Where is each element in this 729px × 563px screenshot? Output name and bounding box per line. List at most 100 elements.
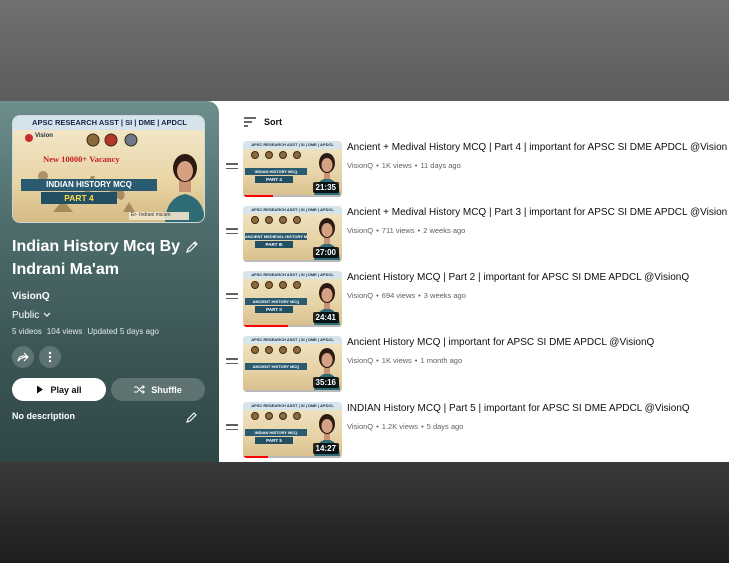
cover-header-text: APSC RESEARCH ASST | SI | DME | APDCL bbox=[32, 118, 187, 127]
meta-separator: • bbox=[421, 422, 424, 431]
video-channel[interactable]: VisionQ bbox=[347, 356, 373, 365]
play-icon bbox=[37, 385, 44, 394]
cover-subject-text: INDIAN HISTORY MCQ bbox=[46, 180, 132, 189]
thumb-part-text: PART 5 bbox=[255, 437, 293, 444]
meta-separator: • bbox=[418, 291, 421, 300]
shuffle-icon bbox=[134, 385, 146, 394]
watch-progress-fill bbox=[243, 195, 273, 197]
video-age: 11 days ago bbox=[420, 161, 461, 170]
video-thumbnail[interactable]: APSC RESEARCH ASST | SI | DME | APDCL AN… bbox=[243, 206, 342, 262]
cover-vacancy-text: New 10000+ Vacancy bbox=[43, 154, 120, 164]
meta-separator: • bbox=[414, 356, 418, 365]
video-views: 1.2K views bbox=[381, 422, 419, 431]
edit-description-pencil-icon[interactable] bbox=[185, 410, 199, 424]
video-views: 694 views bbox=[381, 291, 416, 300]
drag-handle-icon[interactable] bbox=[226, 228, 238, 238]
video-title[interactable]: Ancient History MCQ | Part 2 | important… bbox=[347, 272, 727, 283]
chevron-down-icon bbox=[43, 310, 51, 321]
cover-part-text: PART 4 bbox=[64, 193, 94, 203]
duration-badge: 35:16 bbox=[312, 377, 339, 388]
video-views: 1K views bbox=[381, 161, 412, 170]
thumb-logos bbox=[251, 412, 301, 420]
thumb-header-text: APSC RESEARCH ASST | SI | DME | APDCL bbox=[243, 336, 342, 344]
video-title[interactable]: Ancient + Medival History MCQ | Part 4 |… bbox=[347, 142, 727, 153]
shuffle-button[interactable]: Shuffle bbox=[111, 378, 205, 401]
meta-separator: • bbox=[376, 356, 379, 365]
playlist-page: APSC RESEARCH ASST | SI | DME | APDCL Vi… bbox=[0, 101, 729, 462]
video-channel[interactable]: VisionQ bbox=[347, 226, 373, 235]
video-age: 1 month ago bbox=[420, 356, 463, 365]
thumb-band-text: INDIAN HISTORY MCQ bbox=[245, 168, 307, 175]
thumb-logos bbox=[251, 216, 301, 224]
video-age: 5 days ago bbox=[426, 422, 464, 431]
more-actions-button[interactable] bbox=[39, 346, 61, 368]
video-thumbnail[interactable]: APSC RESEARCH ASST | SI | DME | APDCL IN… bbox=[243, 141, 342, 197]
video-age: 3 weeks ago bbox=[423, 291, 466, 300]
video-title[interactable]: Ancient History MCQ | important for APSC… bbox=[347, 337, 727, 348]
thumb-band-text: INDIAN HISTORY MCQ bbox=[245, 429, 307, 436]
sort-button[interactable]: Sort bbox=[244, 117, 282, 127]
play-all-button[interactable]: Play all bbox=[12, 378, 106, 401]
meta-separator: • bbox=[414, 161, 418, 170]
video-views: 711 views bbox=[381, 226, 415, 235]
meta-separator: • bbox=[376, 422, 379, 431]
video-channel[interactable]: VisionQ bbox=[347, 422, 373, 431]
video-row[interactable]: APSC RESEARCH ASST | SI | DME | APDCL AN… bbox=[226, 271, 726, 328]
top-backdrop bbox=[0, 0, 729, 101]
thumb-logos bbox=[251, 151, 301, 159]
playlist-cover-thumbnail[interactable]: APSC RESEARCH ASST | SI | DME | APDCL Vi… bbox=[12, 115, 205, 223]
drag-handle-icon[interactable] bbox=[226, 424, 238, 434]
duration-badge: 14:27 bbox=[312, 443, 339, 454]
share-button[interactable] bbox=[12, 346, 34, 368]
video-row[interactable]: APSC RESEARCH ASST | SI | DME | APDCL AN… bbox=[226, 206, 727, 263]
edit-title-pencil-icon[interactable] bbox=[183, 238, 201, 256]
meta-separator: • bbox=[376, 291, 379, 300]
video-channel[interactable]: VisionQ bbox=[347, 161, 373, 170]
meta-separator: • bbox=[376, 226, 379, 235]
duration-badge: 21:35 bbox=[312, 182, 339, 193]
privacy-dropdown[interactable]: Public bbox=[12, 310, 51, 321]
sort-label: Sort bbox=[264, 117, 282, 127]
thumb-part-text: PART III bbox=[255, 241, 293, 248]
watch-progress-bar bbox=[243, 195, 342, 197]
video-row[interactable]: APSC RESEARCH ASST | SI | DME | APDCL AN… bbox=[226, 336, 726, 393]
watch-progress-fill bbox=[243, 456, 268, 458]
meta-separator: • bbox=[417, 226, 421, 235]
video-title[interactable]: INDIAN History MCQ | Part 5 | important … bbox=[347, 403, 727, 414]
video-thumbnail[interactable]: APSC RESEARCH ASST | SI | DME | APDCL IN… bbox=[243, 402, 342, 458]
thumb-band-text: ANCIENT HISTORY MCQ bbox=[245, 363, 307, 370]
video-count: 5 videos bbox=[12, 327, 42, 336]
thumb-header-text: APSC RESEARCH ASST | SI | DME | APDCL bbox=[243, 402, 342, 410]
watch-progress-bar bbox=[243, 456, 342, 458]
video-views: 1K views bbox=[381, 356, 412, 365]
shuffle-label: Shuffle bbox=[151, 384, 182, 395]
watch-progress-bar bbox=[243, 260, 342, 262]
video-meta: VisionQ • 1.2K views • 5 days ago bbox=[347, 422, 463, 431]
share-icon bbox=[17, 352, 29, 362]
more-vert-icon bbox=[48, 351, 52, 363]
cover-presenter-text: Er- Indrani ma'am bbox=[131, 212, 171, 218]
drag-handle-icon[interactable] bbox=[226, 163, 238, 173]
video-title[interactable]: Ancient + Medival History MCQ | Part 3 |… bbox=[347, 207, 727, 218]
playlist-description: No description bbox=[12, 411, 76, 421]
playlist-owner[interactable]: VisionQ bbox=[12, 291, 50, 302]
playlist-header-panel: APSC RESEARCH ASST | SI | DME | APDCL Vi… bbox=[0, 101, 219, 462]
cover-brand-text: Vision bbox=[35, 133, 53, 139]
drag-handle-icon[interactable] bbox=[226, 358, 238, 368]
drag-handle-icon[interactable] bbox=[226, 293, 238, 303]
updated-text: Updated 5 days ago bbox=[87, 327, 159, 336]
watch-progress-bar bbox=[243, 325, 342, 327]
thumb-logos bbox=[251, 346, 301, 354]
video-channel[interactable]: VisionQ bbox=[347, 291, 373, 300]
privacy-label: Public bbox=[12, 310, 40, 321]
thumb-logos bbox=[251, 281, 301, 289]
video-row[interactable]: APSC RESEARCH ASST | SI | DME | APDCL IN… bbox=[226, 141, 727, 198]
video-row[interactable]: APSC RESEARCH ASST | SI | DME | APDCL IN… bbox=[226, 402, 726, 459]
play-all-label: Play all bbox=[50, 384, 82, 395]
view-count: 104 views bbox=[46, 327, 83, 336]
playlist-title: Indian History Mcq By Indrani Ma'am bbox=[12, 238, 181, 278]
watch-progress-fill bbox=[243, 325, 288, 327]
video-thumbnail[interactable]: APSC RESEARCH ASST | SI | DME | APDCL AN… bbox=[243, 336, 342, 392]
video-thumbnail[interactable]: APSC RESEARCH ASST | SI | DME | APDCL AN… bbox=[243, 271, 342, 327]
duration-badge: 24:41 bbox=[312, 312, 339, 323]
